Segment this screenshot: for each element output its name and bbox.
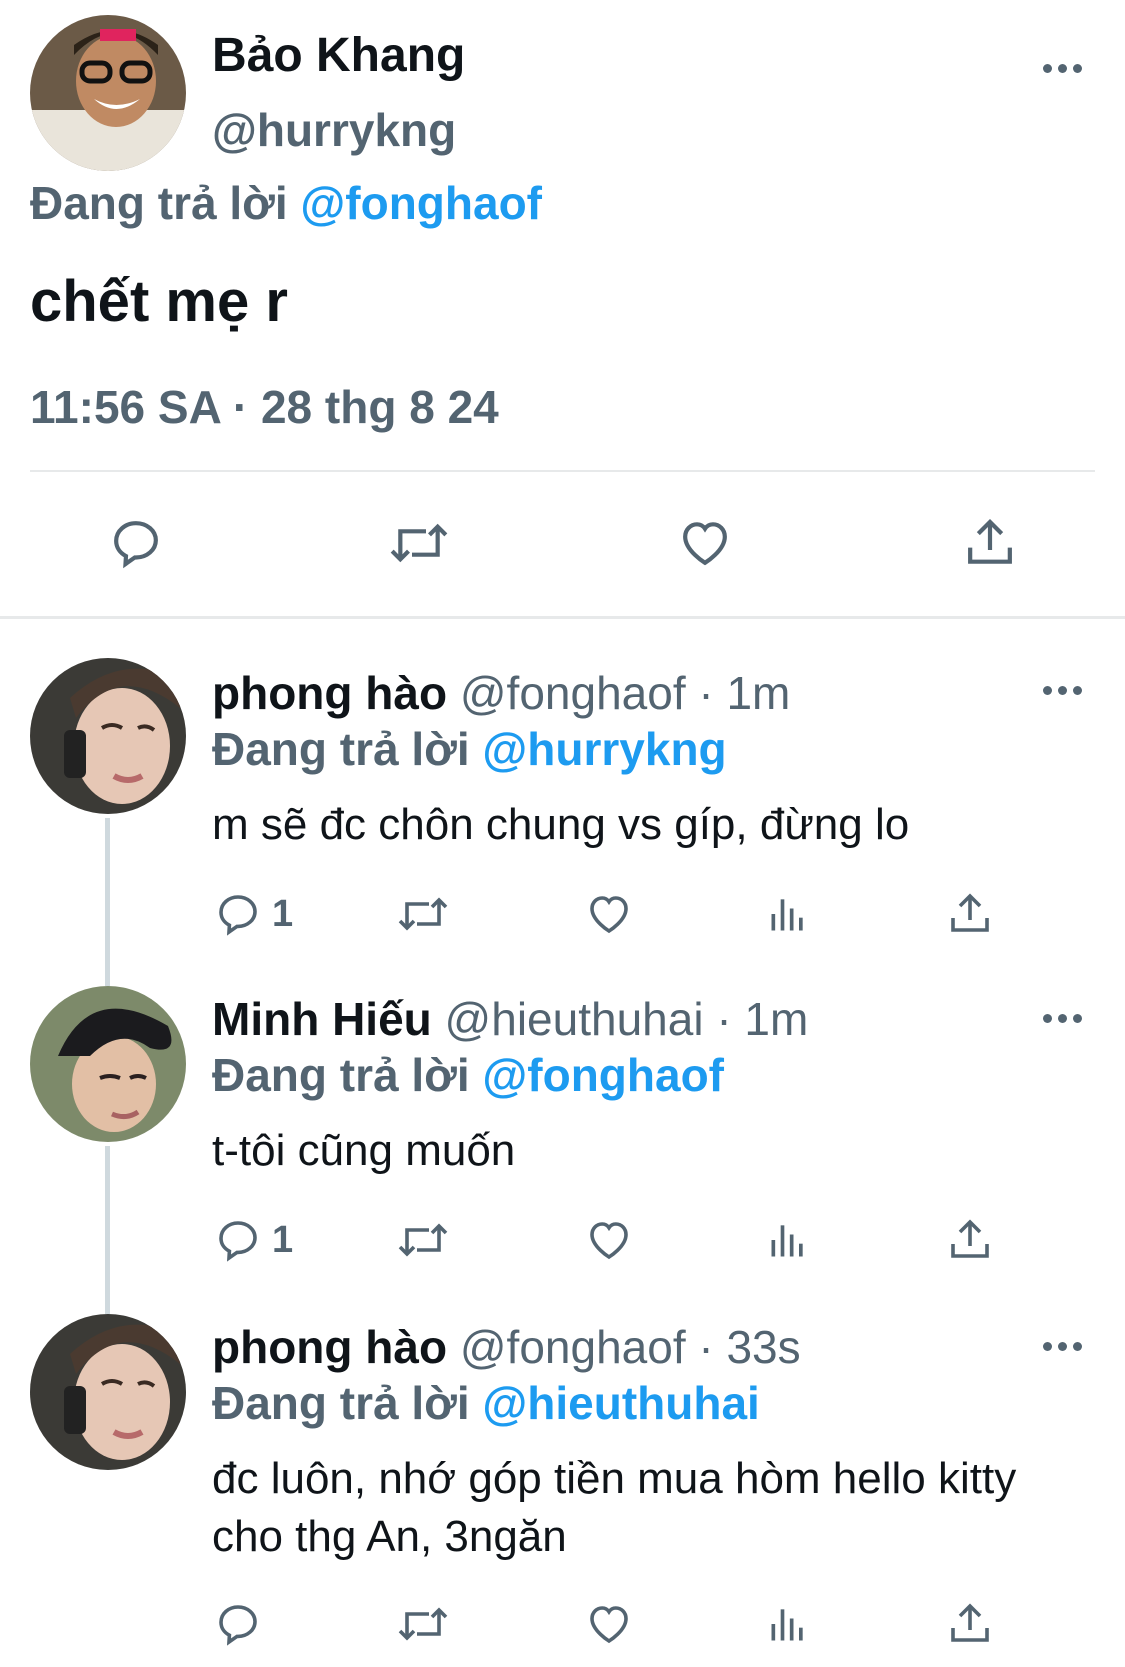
retweet-icon (398, 1223, 448, 1257)
reply-share-button[interactable] (946, 890, 994, 938)
reply-handle-time[interactable]: @fonghaof · 1m (460, 667, 791, 719)
reply-comment-button[interactable] (214, 1600, 272, 1648)
reply-header: phong hào @fonghaof · 33s (212, 1320, 801, 1374)
reply-header: phong hào @fonghaof · 1m (212, 666, 790, 720)
replying-to-mention[interactable]: @hieuthuhai (482, 1377, 759, 1429)
like-icon (683, 522, 727, 566)
reply-like-button[interactable] (584, 1600, 634, 1648)
main-tweet-timestamp[interactable]: 11:56 SA · 28 thg 8 24 (30, 380, 499, 434)
reply-icon (114, 521, 158, 569)
reply-icon (219, 1605, 257, 1646)
retweet-icon (398, 897, 448, 931)
retweet-icon (390, 523, 448, 563)
reply-count: 1 (272, 892, 294, 935)
reply-views-button[interactable] (766, 1600, 810, 1648)
share-icon (968, 519, 1012, 564)
main-share-button[interactable] (962, 515, 1018, 571)
reply-like-button[interactable] (584, 890, 634, 938)
reply-header: Minh Hiếu @hieuthuhai · 1m (212, 992, 808, 1046)
analytics-icon (771, 899, 803, 931)
main-author-avatar[interactable] (30, 15, 186, 171)
reply-comment-button[interactable]: 1 (214, 1216, 293, 1264)
thread-line (105, 818, 110, 986)
main-replying-to: Đang trả lời @fonghaof (30, 176, 542, 230)
share-icon (951, 1219, 989, 1258)
share-icon (951, 1603, 989, 1642)
reply-handle-time[interactable]: @fonghaof · 33s (460, 1321, 801, 1373)
like-icon (590, 1606, 628, 1644)
reply-avatar[interactable] (30, 1314, 186, 1470)
main-tweet-text: chết mẹ r (30, 269, 288, 334)
reply-icon (219, 895, 257, 936)
reply-author-name[interactable]: phong hào (212, 1321, 447, 1373)
reply-more-icon[interactable] (1040, 682, 1084, 698)
like-icon (590, 896, 628, 934)
main-author-name[interactable]: Bảo Khang (212, 28, 465, 83)
reply-handle-time[interactable]: @hieuthuhai · 1m (445, 993, 809, 1045)
reply-text: t-tôi cũng muốn (212, 1126, 516, 1175)
reply-retweet-button[interactable] (396, 1600, 450, 1648)
reply-share-button[interactable] (946, 1600, 994, 1648)
replying-to-mention[interactable]: @hurrykng (482, 723, 726, 775)
main-reply-button[interactable] (108, 515, 164, 571)
like-icon (590, 1222, 628, 1260)
reply-author-name[interactable]: Minh Hiếu (212, 993, 432, 1045)
reply-replying-to: Đang trả lời @hurrykng (212, 722, 727, 776)
reply-avatar[interactable] (30, 986, 186, 1142)
section-divider (0, 616, 1125, 619)
reply-count: 1 (272, 1218, 294, 1261)
replying-to-label: Đang trả lời (212, 723, 470, 775)
replying-to-mention[interactable]: @fonghaof (482, 1049, 724, 1101)
reply-retweet-button[interactable] (396, 1216, 450, 1264)
reply-avatar[interactable] (30, 658, 186, 814)
reply-retweet-button[interactable] (396, 890, 450, 938)
reply-replying-to: Đang trả lời @fonghaof (212, 1048, 724, 1102)
reply-text: đc luôn, nhớ góp tiền mua hòm hello kitt… (212, 1454, 1017, 1561)
reply-replying-to: Đang trả lời @hieuthuhai (212, 1376, 760, 1430)
reply-views-button[interactable] (766, 890, 810, 938)
share-icon (951, 893, 989, 932)
reply-author-name[interactable]: phong hào (212, 667, 447, 719)
analytics-icon (771, 1609, 803, 1641)
reply-text: m sẽ đc chôn chung vs gíp, đừng lo (212, 800, 910, 849)
replying-to-label: Đang trả lời (212, 1377, 470, 1429)
reply-more-icon[interactable] (1040, 1338, 1084, 1354)
analytics-icon (771, 1225, 803, 1257)
reply-like-button[interactable] (584, 1216, 634, 1264)
replying-to-mention[interactable]: @fonghaof (300, 177, 542, 229)
reply-more-icon[interactable] (1040, 1010, 1084, 1026)
main-author-handle[interactable]: @hurrykng (212, 103, 456, 157)
divider (30, 470, 1095, 472)
reply-views-button[interactable] (766, 1216, 810, 1264)
replying-to-label: Đang trả lời (30, 177, 288, 229)
reply-comment-button[interactable]: 1 (214, 890, 293, 938)
main-retweet-button[interactable] (388, 515, 450, 571)
main-like-button[interactable] (676, 515, 734, 571)
replying-to-label: Đang trả lời (212, 1049, 470, 1101)
main-more-icon[interactable] (1040, 60, 1084, 76)
reply-share-button[interactable] (946, 1216, 994, 1264)
reply-icon (219, 1221, 257, 1262)
retweet-icon (398, 1607, 448, 1641)
thread-line (105, 1146, 110, 1314)
